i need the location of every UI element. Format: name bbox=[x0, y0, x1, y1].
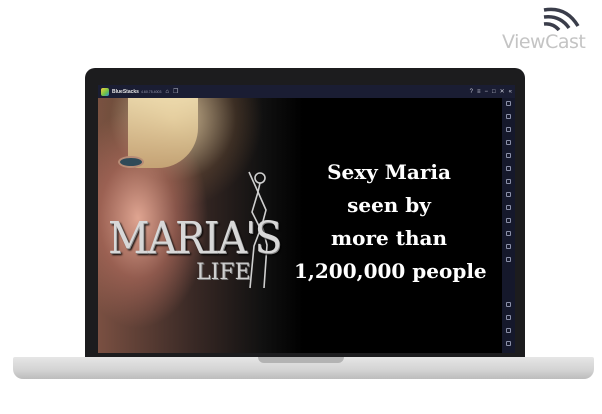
home-icon[interactable] bbox=[506, 328, 511, 333]
game-logo-sub: LIFE bbox=[196, 260, 251, 285]
hair-highlight bbox=[128, 98, 198, 168]
collapse-icon[interactable]: « bbox=[509, 89, 512, 95]
emulator-window: BlueStacks 4.60.75.4003 ⌂ ❐ ? ≡ − □ ✕ « … bbox=[98, 85, 515, 353]
menu-icon[interactable]: ≡ bbox=[477, 89, 481, 95]
emulator-sidebar bbox=[502, 98, 515, 353]
shake-icon[interactable] bbox=[506, 153, 511, 158]
copy-icon[interactable] bbox=[506, 231, 511, 236]
viewcast-watermark: ViewCast bbox=[500, 6, 596, 54]
caption-line: seen by bbox=[347, 193, 431, 217]
caption-line: more than bbox=[330, 226, 447, 250]
caption-line: Sexy Maria bbox=[327, 160, 451, 184]
volume-down-icon[interactable] bbox=[506, 127, 511, 132]
settings-icon[interactable] bbox=[506, 302, 511, 307]
minimize-icon[interactable]: − bbox=[484, 89, 488, 95]
fullscreen-icon[interactable] bbox=[506, 101, 511, 106]
game-logo: MARIA'S bbox=[108, 213, 282, 264]
window-controls: ? ≡ − □ ✕ « bbox=[470, 85, 512, 98]
media-folder-icon[interactable] bbox=[506, 218, 511, 223]
rotate-icon[interactable] bbox=[506, 166, 511, 171]
home-icon[interactable]: ⌂ bbox=[165, 89, 169, 95]
game-screen[interactable]: MARIA'S LIFE Sexy Maria seen by more tha… bbox=[98, 98, 502, 353]
app-name: BlueStacks bbox=[112, 88, 139, 95]
back-icon[interactable] bbox=[506, 315, 511, 320]
help-icon[interactable]: ? bbox=[470, 89, 473, 95]
record-icon[interactable] bbox=[506, 192, 511, 197]
keymap-icon[interactable] bbox=[506, 140, 511, 145]
eye bbox=[120, 158, 142, 166]
close-icon[interactable]: ✕ bbox=[500, 89, 505, 95]
title-bar: BlueStacks 4.60.75.4003 ⌂ ❐ ? ≡ − □ ✕ « bbox=[98, 85, 515, 98]
multi-instance-icon[interactable]: ❐ bbox=[173, 89, 178, 95]
app-version: 4.60.75.4003 bbox=[140, 89, 162, 94]
broadcast-icon bbox=[543, 7, 580, 32]
eco-mode-icon[interactable] bbox=[506, 257, 511, 262]
recent-apps-icon[interactable] bbox=[506, 341, 511, 346]
multi-instance-sync-icon[interactable] bbox=[506, 244, 511, 249]
promo-caption: Sexy Maria seen by more than 1,200,000 p… bbox=[294, 156, 487, 288]
maximize-icon[interactable]: □ bbox=[492, 89, 496, 95]
screenshot-icon[interactable] bbox=[506, 205, 511, 210]
watermark-text: ViewCast bbox=[502, 31, 586, 53]
laptop-notch bbox=[258, 357, 344, 363]
caption-line: 1,200,000 people bbox=[294, 259, 487, 283]
bluestacks-logo-icon bbox=[101, 87, 109, 96]
volume-up-icon[interactable] bbox=[506, 114, 511, 119]
camera-icon[interactable] bbox=[506, 179, 511, 184]
